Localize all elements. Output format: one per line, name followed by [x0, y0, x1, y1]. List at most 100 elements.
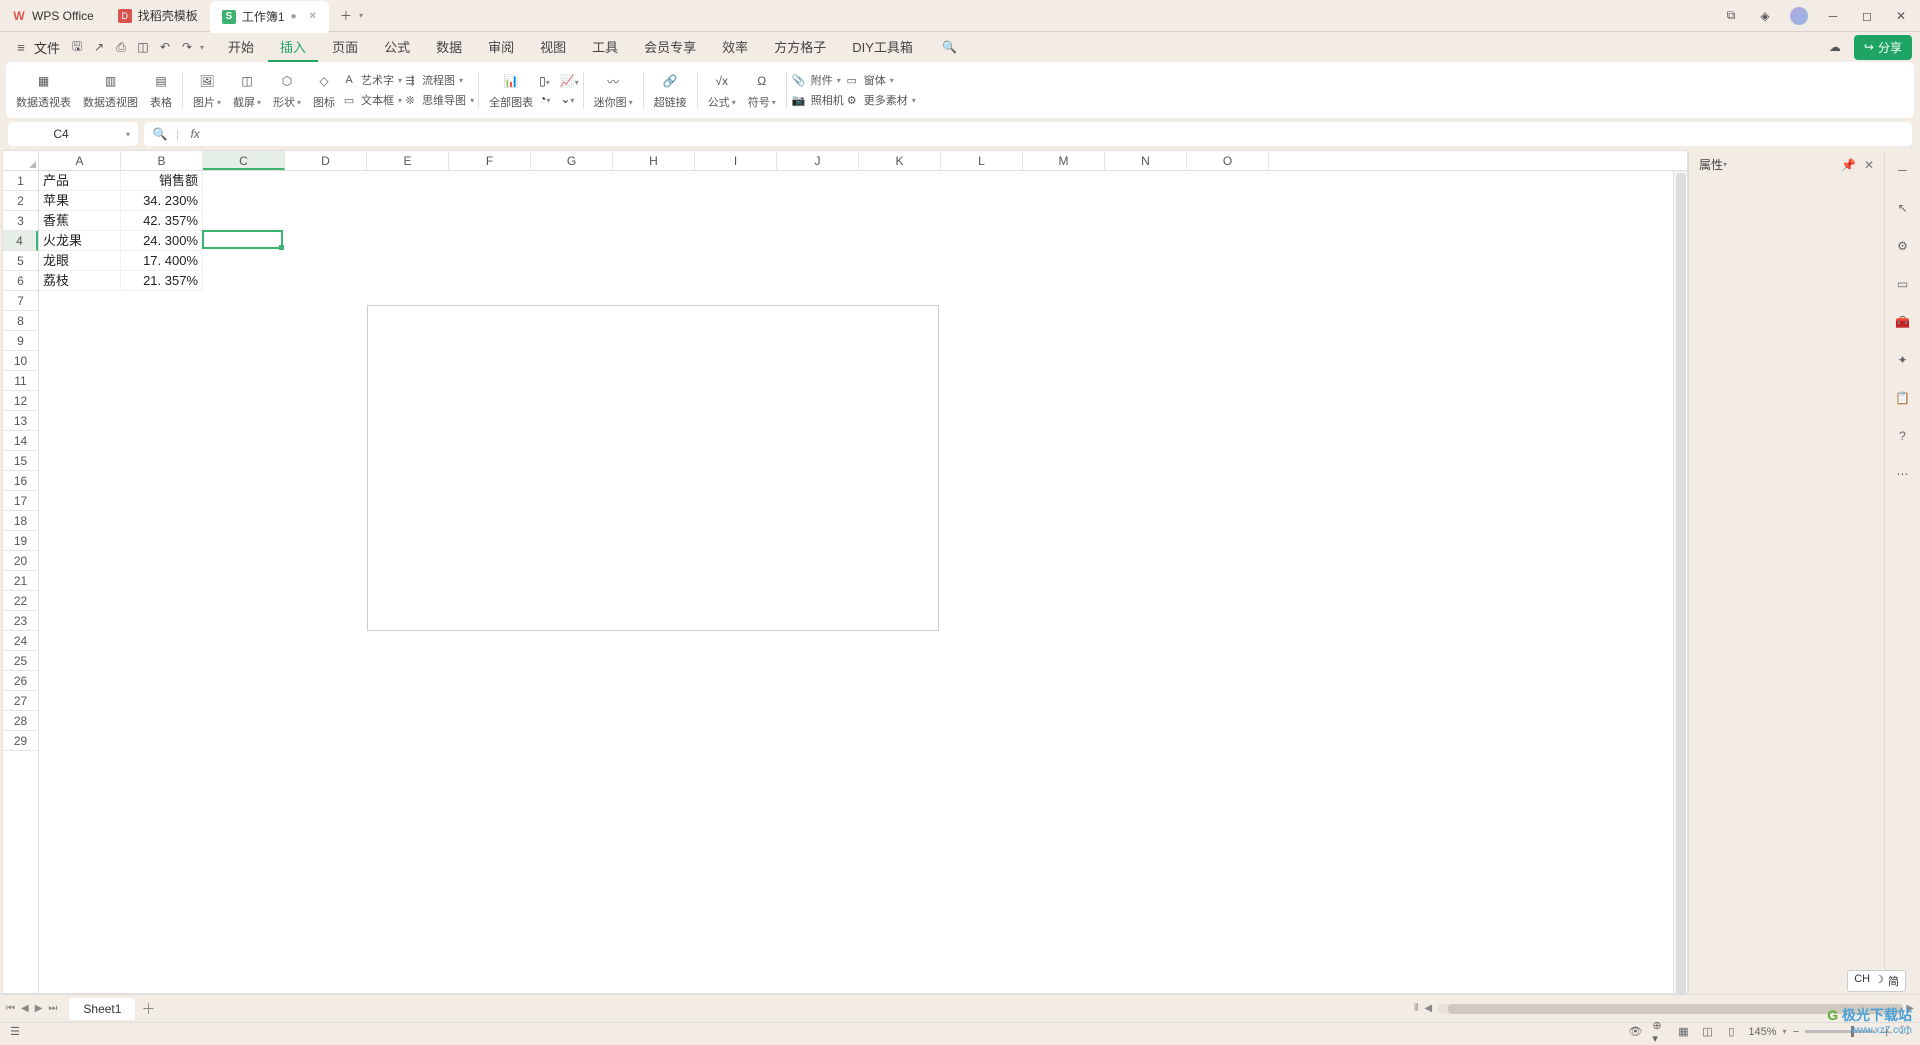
- sheet-last-icon[interactable]: ⏭: [48, 1003, 57, 1014]
- column-header[interactable]: E: [367, 151, 449, 170]
- preview-icon[interactable]: ◫: [134, 38, 152, 56]
- sparkline-button[interactable]: 〰迷你图▾: [588, 70, 639, 110]
- tab-templates[interactable]: D 找稻壳模板: [106, 0, 210, 32]
- menu-会员专享[interactable]: 会员专享: [632, 33, 708, 62]
- formula-bar[interactable]: 🔍 | fx: [144, 122, 1912, 146]
- row-header[interactable]: 18: [3, 511, 38, 531]
- maximize-icon[interactable]: ◻: [1858, 7, 1876, 25]
- row-header[interactable]: 19: [3, 531, 38, 551]
- vertical-scrollbar[interactable]: [1673, 171, 1687, 993]
- bar-icon[interactable]: ▯▾: [539, 74, 550, 88]
- minimize-icon[interactable]: ─: [1824, 7, 1842, 25]
- column-header[interactable]: M: [1023, 151, 1105, 170]
- cell-B3[interactable]: 42. 357%: [121, 211, 203, 231]
- tab-document[interactable]: S 工作簿1 ● ✕: [210, 1, 329, 33]
- sheet-tab[interactable]: Sheet1: [69, 998, 135, 1020]
- cell-A6[interactable]: 荔枝: [39, 271, 121, 291]
- menu-DIY工具箱[interactable]: DIY工具箱: [840, 33, 925, 62]
- attachment-button[interactable]: 📎附件▾: [791, 72, 844, 88]
- namebox-dropdown-icon[interactable]: ▾: [126, 130, 130, 139]
- fx-icon[interactable]: fx: [187, 126, 203, 142]
- select-tool-icon[interactable]: ↖: [1893, 198, 1913, 218]
- sheet-next-icon[interactable]: ▶: [35, 1003, 43, 1014]
- column-header[interactable]: J: [777, 151, 859, 170]
- screenshot-button[interactable]: ◫截屏▾: [227, 70, 267, 110]
- pivot-chart-button[interactable]: ▥数据透视图: [77, 70, 144, 110]
- tab-wps-office[interactable]: W WPS Office: [0, 0, 106, 32]
- menu-公式[interactable]: 公式: [372, 33, 422, 62]
- menu-开始[interactable]: 开始: [216, 33, 266, 62]
- tab-close-icon[interactable]: ✕: [309, 11, 317, 22]
- column-headers[interactable]: ABCDEFGHIJKLMNO: [3, 151, 1687, 171]
- row-header[interactable]: 23: [3, 611, 38, 631]
- cell-B2[interactable]: 34. 230%: [121, 191, 203, 211]
- window-layout-icon[interactable]: ⧉: [1722, 7, 1740, 25]
- sheet-prev-icon[interactable]: ◀: [21, 1003, 29, 1014]
- wordart-button[interactable]: A艺术字▾: [341, 72, 402, 88]
- symbol-button[interactable]: Ω符号▾: [742, 70, 782, 110]
- row-header[interactable]: 24: [3, 631, 38, 651]
- mindmap-button[interactable]: ❊思维导图▾: [402, 92, 474, 108]
- table-button[interactable]: ▤表格: [144, 70, 178, 110]
- row-header[interactable]: 11: [3, 371, 38, 391]
- eye-icon[interactable]: 👁: [1628, 1025, 1642, 1039]
- save-icon[interactable]: 🖫: [68, 38, 86, 56]
- row-header[interactable]: 25: [3, 651, 38, 671]
- share-button[interactable]: ↪ 分享: [1854, 35, 1912, 60]
- magnify-icon[interactable]: 🔍: [152, 126, 168, 142]
- qat-dropdown-icon[interactable]: ▾: [200, 43, 204, 52]
- cell-B5[interactable]: 17. 400%: [121, 251, 203, 271]
- column-header[interactable]: O: [1187, 151, 1269, 170]
- row-header[interactable]: 26: [3, 671, 38, 691]
- row-header[interactable]: 21: [3, 571, 38, 591]
- more-assets-button[interactable]: ⚙更多素材▾: [844, 92, 916, 108]
- form-button[interactable]: ▭窗体▾: [844, 72, 916, 88]
- cell-B1[interactable]: 销售额: [121, 171, 203, 191]
- view-break-icon[interactable]: ▯: [1724, 1025, 1738, 1039]
- textbox-button[interactable]: ▭文本框▾: [341, 92, 402, 108]
- menu-数据[interactable]: 数据: [424, 33, 474, 62]
- allcharts-button[interactable]: 📊全部图表: [483, 70, 539, 110]
- row-header[interactable]: 8: [3, 311, 38, 331]
- row-header[interactable]: 5: [3, 251, 38, 271]
- zoom-out-icon[interactable]: −: [1793, 1026, 1799, 1038]
- menu-工具[interactable]: 工具: [580, 33, 630, 62]
- row-header[interactable]: 12: [3, 391, 38, 411]
- help-rail-icon[interactable]: ?: [1893, 426, 1913, 446]
- panel-close-icon[interactable]: ✕: [1864, 158, 1874, 172]
- file-menu[interactable]: ≡ 文件: [8, 38, 64, 57]
- add-sheet-icon[interactable]: ＋: [141, 999, 155, 1019]
- sheet-first-icon[interactable]: ⏮: [6, 1003, 15, 1014]
- column-header[interactable]: K: [859, 151, 941, 170]
- search-icon[interactable]: 🔍: [941, 38, 959, 56]
- clipboard-rail-icon[interactable]: 📋: [1893, 388, 1913, 408]
- cell-A5[interactable]: 龙眼: [39, 251, 121, 271]
- row-header[interactable]: 13: [3, 411, 38, 431]
- chart-object[interactable]: [367, 305, 939, 631]
- column-header[interactable]: H: [613, 151, 695, 170]
- row-header[interactable]: 3: [3, 211, 38, 231]
- props-dropdown-icon[interactable]: ▾: [1723, 160, 1727, 169]
- redo-icon[interactable]: ↷: [178, 38, 196, 56]
- row-header[interactable]: 28: [3, 711, 38, 731]
- area-icon[interactable]: ⌄▾: [560, 92, 574, 106]
- column-header[interactable]: C: [203, 151, 285, 170]
- menu-审阅[interactable]: 审阅: [476, 33, 526, 62]
- cell-A4[interactable]: 火龙果: [39, 231, 121, 251]
- menu-插入[interactable]: 插入: [268, 33, 318, 62]
- view-normal-icon[interactable]: ▦: [1676, 1025, 1690, 1039]
- formula-button[interactable]: √x公式▾: [702, 70, 742, 110]
- target-icon[interactable]: ⊕ ▾: [1652, 1025, 1666, 1039]
- column-header[interactable]: A: [39, 151, 121, 170]
- export-icon[interactable]: ↗: [90, 38, 108, 56]
- row-header[interactable]: 20: [3, 551, 38, 571]
- close-icon[interactable]: ✕: [1892, 7, 1910, 25]
- new-tab-dropdown-icon[interactable]: ▾: [359, 11, 363, 20]
- column-header[interactable]: B: [121, 151, 203, 170]
- menu-方方格子[interactable]: 方方格子: [762, 33, 838, 62]
- column-header[interactable]: D: [285, 151, 367, 170]
- column-header[interactable]: L: [941, 151, 1023, 170]
- menu-页面[interactable]: 页面: [320, 33, 370, 62]
- camera-button[interactable]: 📷照相机: [791, 92, 844, 108]
- toolbox-rail-icon[interactable]: 🧰: [1893, 312, 1913, 332]
